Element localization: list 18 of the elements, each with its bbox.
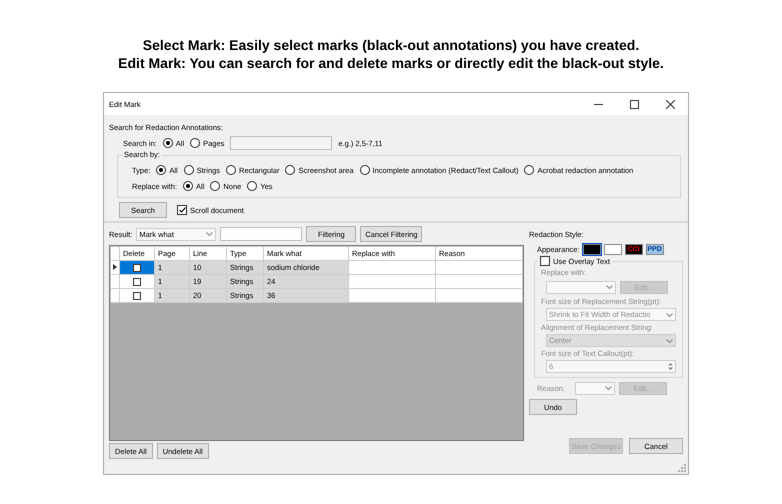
delete-checkbox[interactable] bbox=[133, 292, 141, 300]
current-row-icon bbox=[113, 264, 117, 270]
resize-grip-icon bbox=[678, 464, 686, 472]
spinner-icon bbox=[668, 362, 673, 371]
delete-checkbox[interactable] bbox=[133, 264, 141, 272]
heading-text: Select Mark: Easily select marks (black-out annotations) you have created. bbox=[142, 36, 640, 54]
style-swatch[interactable] bbox=[604, 244, 622, 254]
delete-checkbox[interactable] bbox=[133, 278, 141, 286]
dropdown-caret-icon bbox=[666, 312, 673, 316]
dropdown-caret-icon bbox=[666, 338, 673, 342]
heading-text: Edit Mark: You can search for and delete marks or directly edit the black-out style. bbox=[117, 54, 665, 72]
check-icon bbox=[178, 207, 186, 213]
pages-field[interactable] bbox=[230, 136, 332, 150]
style-swatch[interactable] bbox=[582, 244, 601, 254]
dropdown-caret-icon bbox=[206, 232, 214, 236]
filter-field[interactable] bbox=[220, 227, 302, 241]
dropdown-caret-icon bbox=[606, 285, 613, 289]
dropdown-caret-icon bbox=[604, 386, 612, 390]
